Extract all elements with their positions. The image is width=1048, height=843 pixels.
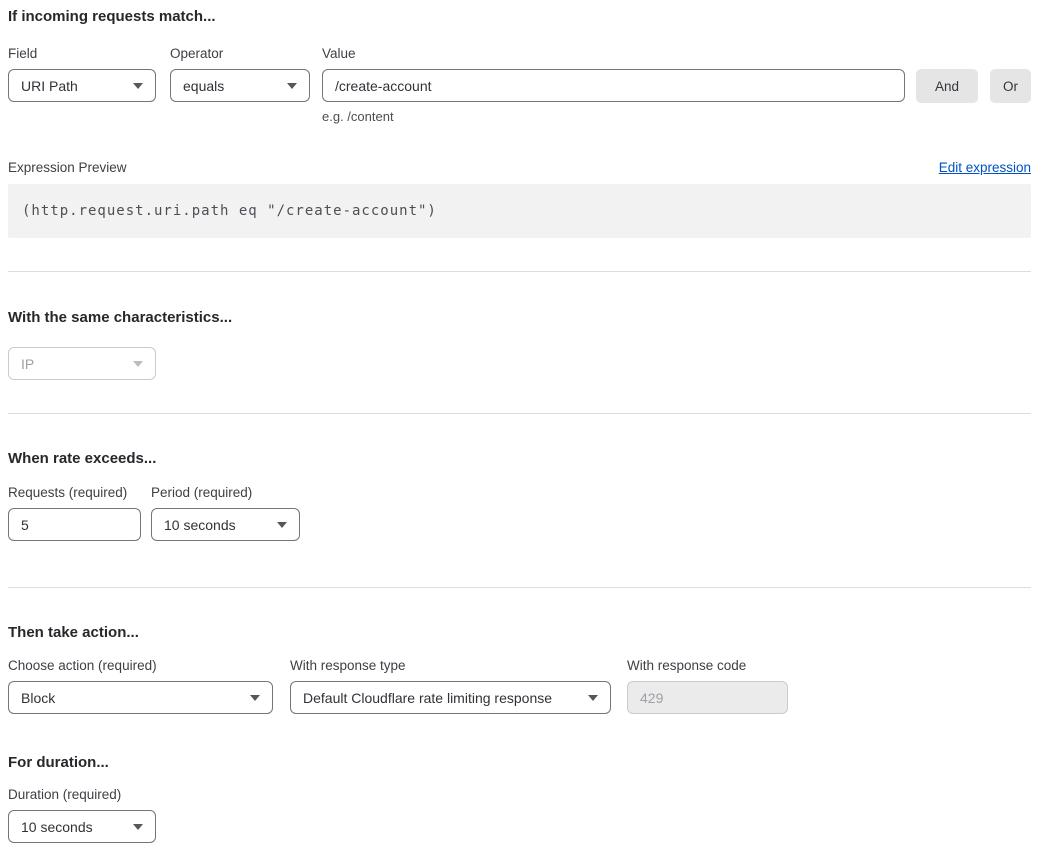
- expression-preview-header: Expression Preview Edit expression: [8, 160, 1031, 175]
- response-type-select[interactable]: Default Cloudflare rate limiting respons…: [290, 681, 611, 714]
- requests-input[interactable]: [8, 508, 141, 541]
- rate-limiting-rule-form: If incoming requests match... Field URI …: [0, 0, 1048, 843]
- field-select-value: URI Path: [21, 78, 78, 94]
- chevron-down-icon: [277, 522, 287, 528]
- characteristic-select-value: IP: [21, 356, 34, 372]
- chevron-down-icon: [133, 361, 143, 367]
- requests-label: Requests (required): [8, 485, 141, 500]
- response-type-label: With response type: [290, 658, 611, 673]
- duration-select-value: 10 seconds: [21, 819, 93, 835]
- value-hint: e.g. /content: [322, 109, 905, 124]
- period-select-value: 10 seconds: [164, 517, 236, 533]
- chevron-down-icon: [588, 695, 598, 701]
- expression-preview-label: Expression Preview: [8, 160, 127, 175]
- choose-action-select-value: Block: [21, 690, 55, 706]
- action-row: Choose action (required) Block With resp…: [8, 658, 1031, 714]
- choose-action-select[interactable]: Block: [8, 681, 273, 714]
- rate-row: Requests (required) Period (required) 10…: [8, 485, 1031, 541]
- period-select[interactable]: 10 seconds: [151, 508, 300, 541]
- duration-select[interactable]: 10 seconds: [8, 810, 156, 843]
- duration-row: Duration (required) 10 seconds: [8, 787, 1031, 843]
- section-title-action: Then take action...: [8, 624, 1031, 642]
- value-label: Value: [322, 46, 905, 61]
- section-title-duration: For duration...: [8, 754, 1031, 772]
- chevron-down-icon: [250, 695, 260, 701]
- response-code-label: With response code: [627, 658, 788, 673]
- and-button[interactable]: And: [916, 69, 978, 103]
- chevron-down-icon: [287, 83, 297, 89]
- section-divider: [8, 413, 1031, 414]
- characteristics-row: IP: [8, 347, 1031, 380]
- value-input[interactable]: [322, 69, 905, 102]
- expression-text: (http.request.uri.path eq "/create-accou…: [22, 203, 437, 219]
- response-code-input: [627, 681, 788, 714]
- response-type-select-value: Default Cloudflare rate limiting respons…: [303, 690, 552, 706]
- operator-select-value: equals: [183, 78, 224, 94]
- section-divider: [8, 271, 1031, 272]
- section-title-characteristics: With the same characteristics...: [8, 309, 1031, 327]
- section-title-match: If incoming requests match...: [8, 8, 1031, 26]
- expression-preview-box: (http.request.uri.path eq "/create-accou…: [8, 184, 1031, 238]
- edit-expression-link[interactable]: Edit expression: [939, 160, 1031, 175]
- duration-label: Duration (required): [8, 787, 156, 802]
- chevron-down-icon: [133, 824, 143, 830]
- period-label: Period (required): [151, 485, 300, 500]
- or-button[interactable]: Or: [990, 69, 1031, 103]
- characteristic-select: IP: [8, 347, 156, 380]
- operator-label: Operator: [170, 46, 310, 61]
- field-select[interactable]: URI Path: [8, 69, 156, 102]
- operator-select[interactable]: equals: [170, 69, 310, 102]
- choose-action-label: Choose action (required): [8, 658, 273, 673]
- field-label: Field: [8, 46, 156, 61]
- section-title-rate: When rate exceeds...: [8, 450, 1031, 468]
- section-divider: [8, 587, 1031, 588]
- match-fields-row: Field URI Path Operator equals Value e.g…: [8, 46, 1031, 124]
- chevron-down-icon: [133, 83, 143, 89]
